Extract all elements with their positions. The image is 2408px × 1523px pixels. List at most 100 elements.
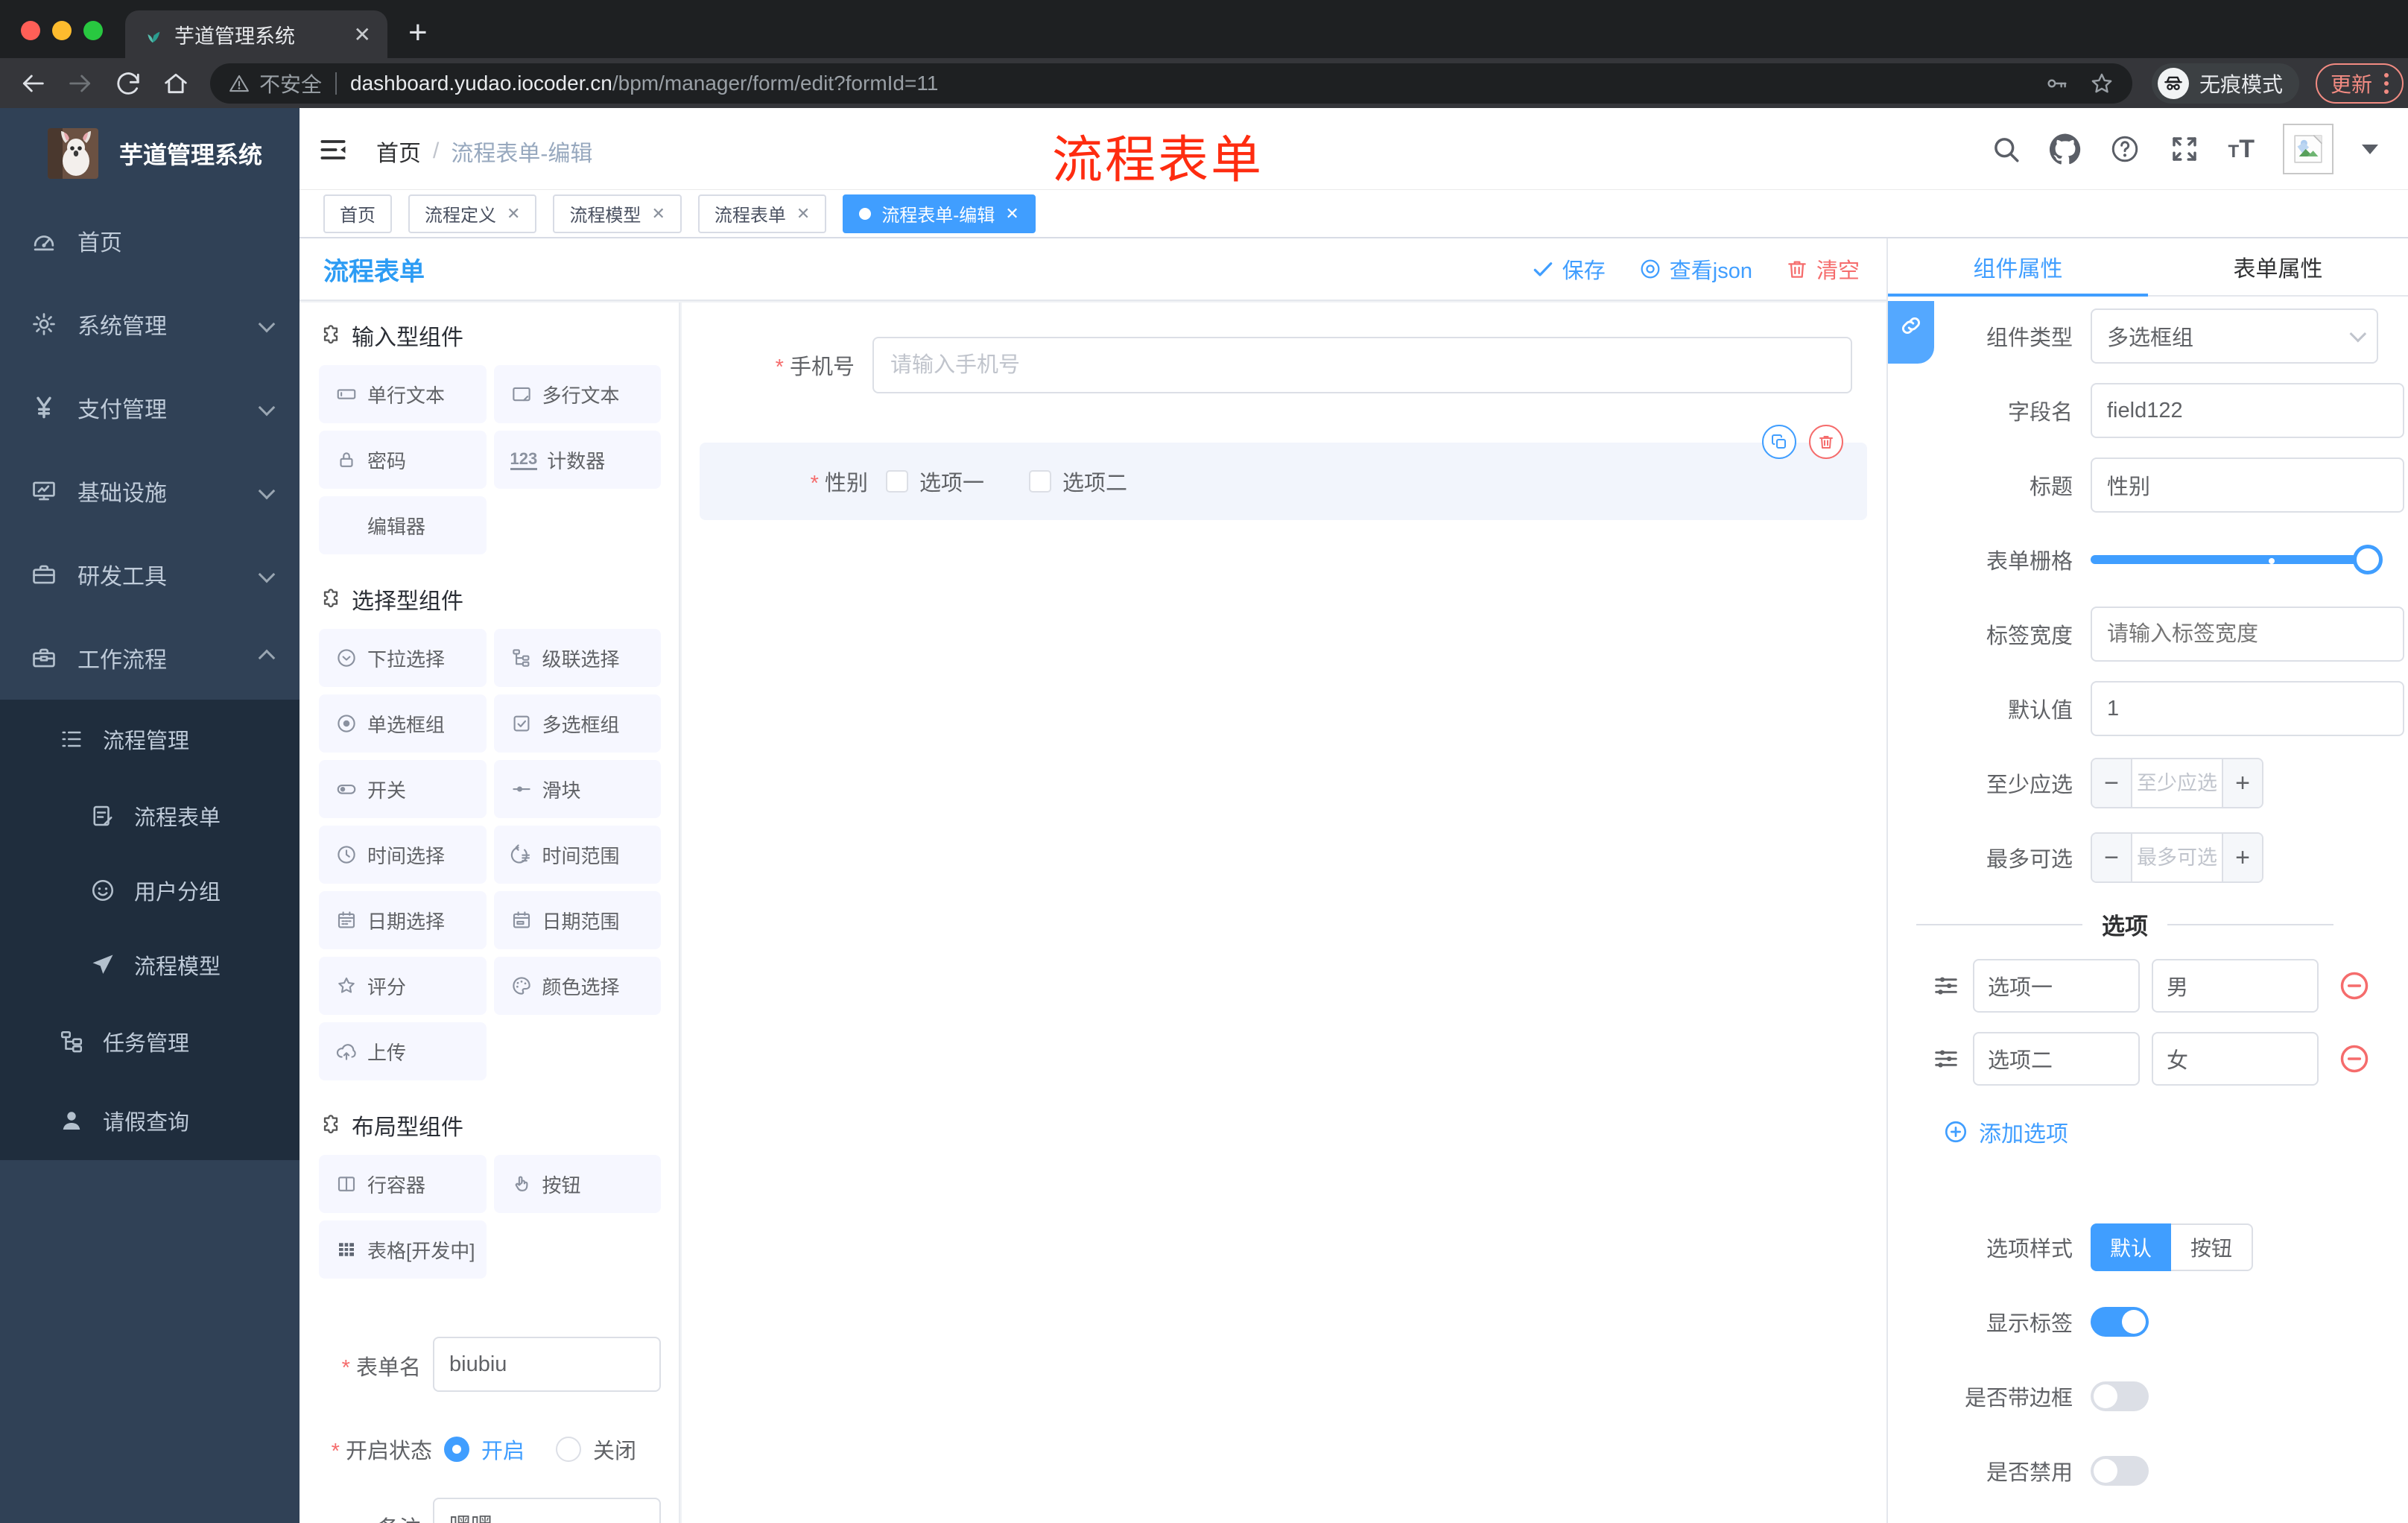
remove-option-icon[interactable] [2338, 1042, 2371, 1075]
stepper-increase-button[interactable]: + [2222, 759, 2262, 807]
palette-item-upload[interactable]: 上传 [319, 1022, 487, 1080]
bookmark-star-icon[interactable] [2089, 71, 2114, 96]
status-off-radio[interactable] [556, 1437, 582, 1462]
drag-handle-icon[interactable] [1931, 1044, 1961, 1074]
palette-item-color-picker[interactable]: 颜色选择 [493, 957, 661, 1015]
stepper-decrease-button[interactable]: − [2092, 759, 2132, 807]
route-tab-process-model[interactable]: 流程模型 ✕ [553, 194, 682, 233]
palette-item-rate[interactable]: 评分 [319, 957, 487, 1015]
add-option-button[interactable]: 添加选项 [1943, 1115, 2378, 1148]
tab-close-icon[interactable]: ✕ [1005, 204, 1018, 224]
form-grid-slider[interactable] [2091, 532, 2383, 587]
sidebar-logo[interactable]: 芋道管理系统 [0, 108, 300, 199]
sidebar-item-system[interactable]: 系统管理 [0, 282, 300, 366]
route-tab-process-definition[interactable]: 流程定义 ✕ [408, 194, 537, 233]
option-value-input[interactable] [2152, 959, 2319, 1013]
clear-button[interactable]: 清空 [1785, 253, 1860, 285]
duplicate-component-button[interactable] [1762, 425, 1796, 459]
sidebar-item-user-group[interactable]: 用户分组 [0, 853, 300, 928]
sidebar-item-home[interactable]: 首页 [0, 199, 300, 282]
route-tab-process-form[interactable]: 流程表单 ✕ [697, 194, 827, 233]
maximize-window-button[interactable] [83, 21, 103, 40]
palette-item-multi-line-text[interactable]: 多行文本 [493, 365, 661, 423]
palette-item-counter[interactable]: 123 计数器 [493, 431, 661, 489]
home-icon[interactable] [161, 69, 191, 98]
option-label-input[interactable] [1973, 959, 2140, 1013]
browser-update-button[interactable]: 更新 [2316, 63, 2404, 104]
sidebar-item-dev-tools[interactable]: 研发工具 [0, 533, 300, 616]
gender-option-2[interactable]: 选项二 [1029, 466, 1127, 497]
sidebar-item-task-management[interactable]: 任务管理 [0, 1002, 300, 1081]
disabled-toggle[interactable] [2091, 1456, 2149, 1486]
github-icon[interactable] [2049, 133, 2081, 165]
default-value-input[interactable] [2091, 681, 2404, 736]
avatar[interactable] [2283, 124, 2333, 174]
slider-track[interactable] [2091, 555, 2378, 564]
stepper-increase-button[interactable]: + [2222, 834, 2262, 881]
option-label-input[interactable] [1973, 1032, 2140, 1086]
sidebar-item-leave-query[interactable]: 请假查询 [0, 1081, 300, 1160]
tab-form-props[interactable]: 表单属性 [2148, 238, 2408, 295]
sidebar-collapse-icon[interactable] [317, 133, 349, 166]
slider-handle[interactable] [2353, 545, 2383, 574]
link-tag[interactable] [1888, 301, 1934, 364]
reload-icon[interactable] [113, 69, 143, 98]
tab-component-props[interactable]: 组件属性 [1888, 238, 2148, 295]
tab-close-icon[interactable]: ✕ [651, 204, 665, 224]
delete-component-button[interactable] [1809, 425, 1843, 459]
palette-item-cascader[interactable]: 级联选择 [493, 629, 661, 687]
sidebar-item-infrastructure[interactable]: 基础设施 [0, 449, 300, 533]
drag-handle-icon[interactable] [1931, 971, 1961, 1001]
fullscreen-icon[interactable] [2169, 133, 2200, 165]
tab-close-icon[interactable]: ✕ [354, 22, 371, 47]
title-input[interactable] [2091, 457, 2404, 513]
palette-item-table[interactable]: 表格[开发中] [319, 1220, 487, 1279]
password-key-icon[interactable] [2044, 71, 2070, 96]
palette-item-slider[interactable]: 滑块 [493, 760, 661, 818]
help-icon[interactable] [2109, 133, 2141, 165]
stepper-decrease-button[interactable]: − [2092, 834, 2132, 881]
font-size-icon[interactable]: TT [2228, 135, 2255, 164]
palette-item-time-range[interactable]: 时间范围 [493, 826, 661, 884]
remove-option-icon[interactable] [2338, 969, 2371, 1002]
canvas-field-gender-selected[interactable]: 性别 选项一 选项二 [700, 425, 1867, 520]
form-canvas[interactable]: 手机号 性别 选项一 选项二 [682, 303, 1886, 1523]
back-icon[interactable] [18, 69, 48, 98]
field-name-input[interactable] [2091, 383, 2404, 438]
breadcrumb-home[interactable]: 首页 [376, 135, 421, 168]
palette-item-checkbox-group[interactable]: 多选框组 [493, 694, 661, 753]
tab-close-icon[interactable]: ✕ [796, 204, 810, 224]
minimize-window-button[interactable] [52, 21, 72, 40]
sidebar-item-process-form[interactable]: 流程表单 [0, 779, 300, 853]
style-button-button[interactable]: 按钮 [2171, 1223, 2254, 1271]
close-window-button[interactable] [21, 21, 40, 40]
search-icon[interactable] [1990, 133, 2021, 165]
route-tab-process-form-edit[interactable]: 流程表单-编辑 ✕ [843, 194, 1036, 233]
avatar-dropdown-icon[interactable] [2362, 144, 2378, 154]
palette-item-switch[interactable]: 开关 [319, 760, 487, 818]
palette-item-button[interactable]: 按钮 [493, 1155, 661, 1213]
form-name-input[interactable] [433, 1337, 661, 1392]
label-width-input[interactable] [2091, 607, 2404, 662]
route-tab-home[interactable]: 首页 [323, 194, 392, 233]
sidebar-item-process-management[interactable]: 流程管理 [0, 700, 300, 779]
palette-item-single-line-text[interactable]: 单行文本 [319, 365, 487, 423]
checkbox[interactable] [886, 470, 908, 493]
palette-item-select[interactable]: 下拉选择 [319, 629, 487, 687]
min-select-stepper[interactable]: − + [2091, 758, 2263, 808]
max-select-stepper[interactable]: − + [2091, 832, 2263, 883]
component-type-select[interactable]: 多选框组 [2091, 308, 2378, 364]
style-default-button[interactable]: 默认 [2091, 1223, 2172, 1271]
browser-tab[interactable]: 芋道管理系统 ✕ [125, 10, 387, 58]
palette-item-date-range[interactable]: 日期范围 [493, 891, 661, 949]
palette-item-time-picker[interactable]: 时间选择 [319, 826, 487, 884]
border-toggle[interactable] [2091, 1381, 2149, 1411]
gender-option-1[interactable]: 选项一 [886, 466, 984, 497]
palette-item-password[interactable]: 密码 [319, 431, 487, 489]
option-value-input[interactable] [2152, 1032, 2319, 1086]
palette-item-radio-group[interactable]: 单选框组 [319, 694, 487, 753]
sidebar-item-workflow[interactable]: 工作流程 [0, 616, 300, 700]
status-on-radio[interactable] [444, 1437, 469, 1462]
palette-item-date-picker[interactable]: 日期选择 [319, 891, 487, 949]
checkbox[interactable] [1029, 470, 1052, 493]
